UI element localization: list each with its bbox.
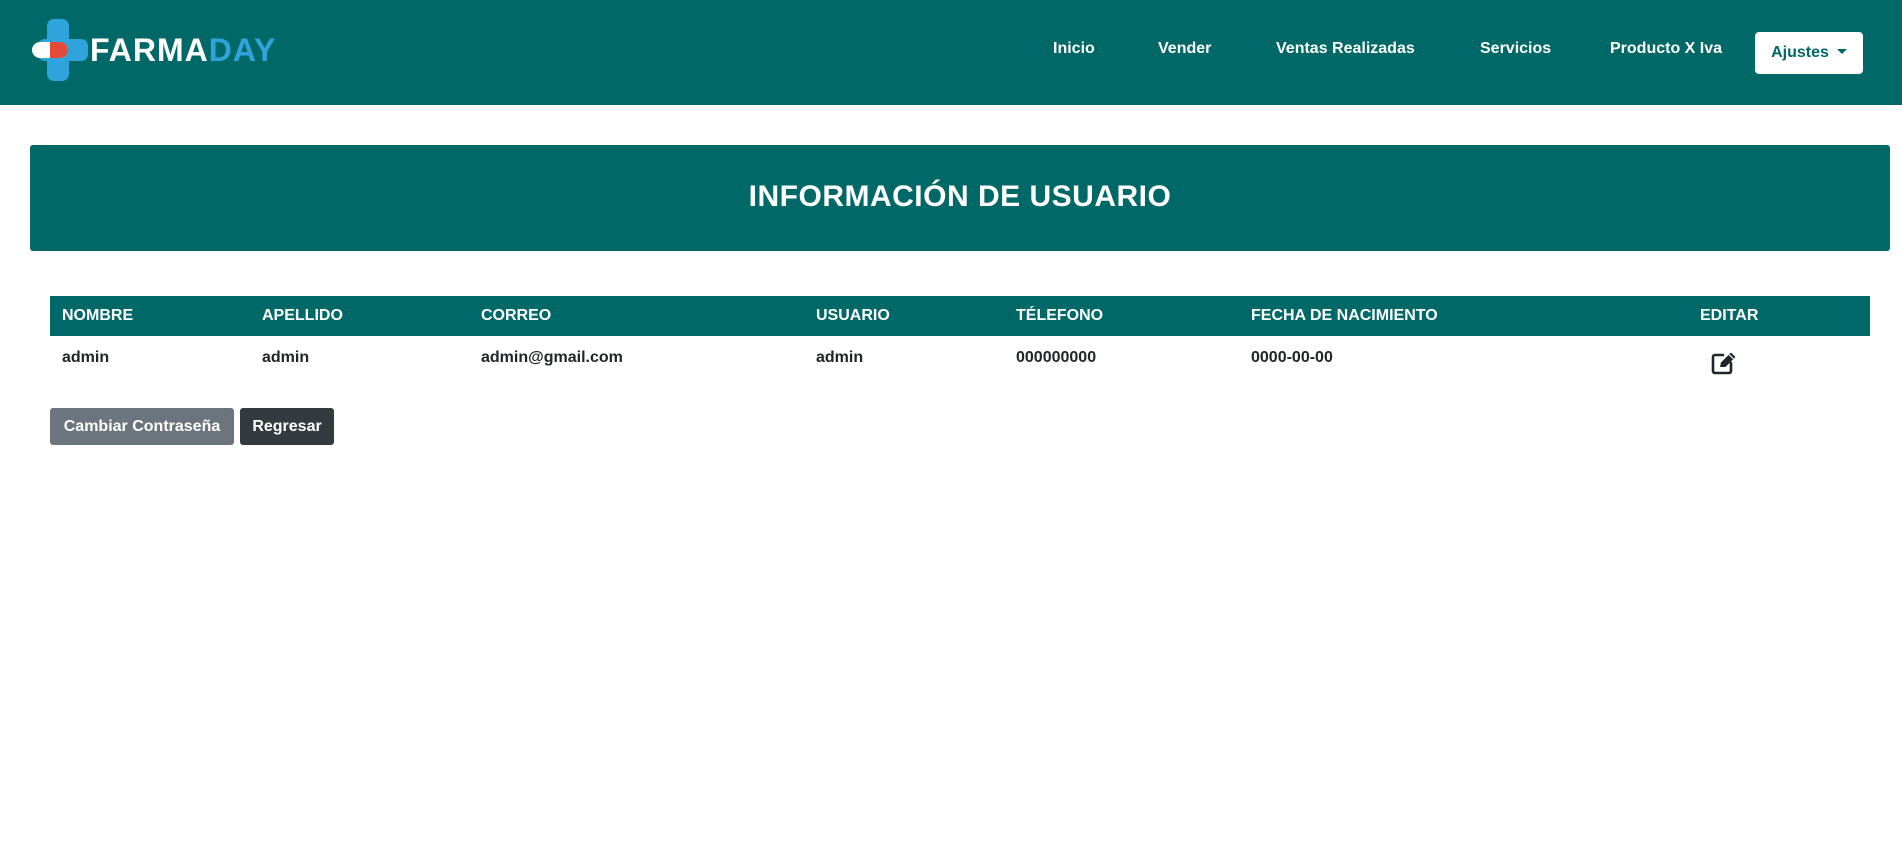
change-password-button[interactable]: Cambiar Contraseña bbox=[50, 408, 234, 445]
edit-icon bbox=[1711, 352, 1736, 375]
table-header-row: NOMBRE APELLIDO CORREO USUARIO TÉLEFONO … bbox=[50, 296, 1870, 336]
page-header-banner: INFORMACIÓN DE USUARIO bbox=[30, 145, 1890, 251]
cell-apellido: admin bbox=[262, 349, 310, 366]
nav-link-ventas-realizadas[interactable]: Ventas Realizadas bbox=[1276, 40, 1415, 58]
edit-user-button[interactable] bbox=[1711, 351, 1737, 375]
column-header-editar: EDITAR bbox=[1700, 307, 1759, 324]
brand-name-farma: FARMA bbox=[90, 32, 209, 68]
back-button[interactable]: Regresar bbox=[240, 408, 334, 445]
column-header-telefono: TÉLEFONO bbox=[1016, 307, 1104, 324]
settings-label: Ajustes bbox=[1771, 44, 1829, 61]
settings-dropdown-button[interactable]: Ajustes bbox=[1755, 32, 1863, 74]
cell-correo: admin@gmail.com bbox=[481, 349, 623, 366]
navbar: FARMADAY Inicio Vender Ventas Realizadas… bbox=[0, 0, 1902, 105]
page-title: INFORMACIÓN DE USUARIO bbox=[748, 180, 1172, 213]
cell-fecha-nacimiento: 0000-00-00 bbox=[1251, 349, 1333, 366]
cell-telefono: 000000000 bbox=[1016, 349, 1097, 366]
user-info-table: NOMBRE APELLIDO CORREO USUARIO TÉLEFONO … bbox=[50, 296, 1870, 386]
column-header-usuario: USUARIO bbox=[816, 307, 890, 324]
caret-down-icon bbox=[1836, 48, 1847, 54]
cell-nombre: admin bbox=[62, 349, 110, 366]
brand-name-day: DAY bbox=[208, 32, 277, 68]
cell-usuario: admin bbox=[816, 349, 864, 366]
nav-link-vender[interactable]: Vender bbox=[1158, 40, 1211, 58]
column-header-apellido: APELLIDO bbox=[262, 307, 343, 324]
table-row: admin admin admin@gmail.com admin 000000… bbox=[50, 336, 1870, 386]
column-header-correo: CORREO bbox=[481, 307, 552, 324]
brand-logo-link[interactable]: FARMADAY bbox=[30, 19, 276, 81]
medical-cross-pill-logo-icon bbox=[32, 19, 88, 81]
column-header-fecha-nacimiento: FECHA DE NACIMIENTO bbox=[1251, 307, 1438, 324]
nav-link-inicio[interactable]: Inicio bbox=[1053, 40, 1095, 58]
column-header-nombre: NOMBRE bbox=[62, 307, 134, 324]
brand-name: FARMADAY bbox=[90, 19, 276, 81]
nav-link-servicios[interactable]: Servicios bbox=[1480, 40, 1551, 58]
nav-link-producto-x-iva[interactable]: Producto X Iva bbox=[1610, 40, 1722, 58]
